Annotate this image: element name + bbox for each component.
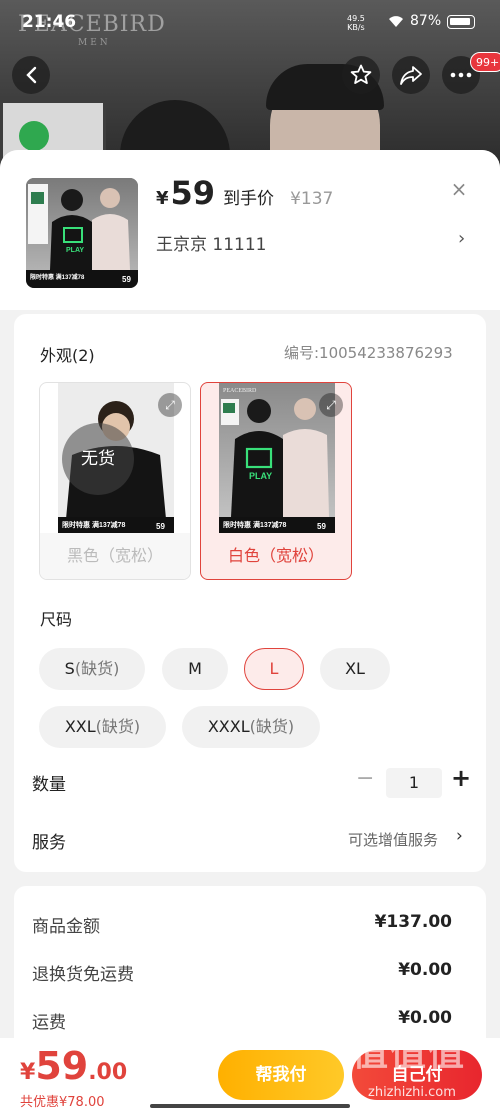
original-price: ¥137: [290, 189, 334, 209]
total-savings: 共优惠¥78.00: [20, 1095, 105, 1110]
size-title: 尺码: [40, 610, 73, 629]
size-option-xl[interactable]: XL: [320, 648, 390, 690]
price-block: ¥ 59 到手价 ¥137: [156, 174, 333, 212]
star-icon: [350, 64, 372, 84]
white-play-print: PLAY: [249, 471, 272, 481]
chevron-left-icon: [26, 66, 37, 84]
options-panel: 外观(2) 编号:10054233876293 限时特惠 满137减78 59 …: [14, 314, 486, 872]
size-xxl-note: (缺货): [95, 717, 141, 736]
appearance-title: 外观(2): [40, 346, 95, 365]
white-brand-text: PEACEBIRD: [223, 388, 257, 394]
share-icon: [400, 66, 422, 85]
quantity-increase-button[interactable]: +: [451, 764, 471, 792]
service-hint[interactable]: 可选增值服务: [348, 829, 438, 850]
help-pay-button[interactable]: 帮我付: [218, 1050, 344, 1100]
size-option-s[interactable]: S(缺货): [39, 648, 145, 690]
home-indicator[interactable]: [150, 1104, 350, 1108]
battery-level: 87%: [410, 13, 442, 29]
quantity-decrease-button[interactable]: −: [356, 766, 374, 791]
share-button[interactable]: [392, 56, 430, 94]
net-speed-value: 49.5: [347, 14, 365, 23]
white-promo-text: 限时特惠 满137减78: [223, 520, 287, 529]
close-button[interactable]: ×: [448, 178, 470, 200]
pay-symbol: ¥: [20, 1060, 36, 1085]
chevron-right-icon[interactable]: ›: [458, 228, 465, 249]
network-speed: 49.5 KB/s: [347, 14, 365, 32]
quantity-title: 数量: [32, 775, 66, 795]
more-dots-icon: [450, 72, 472, 78]
price-symbol: ¥: [156, 188, 169, 209]
color-option-black[interactable]: 限时特惠 满137减78 59 无货 ⤢ 黑色（宽松）: [39, 382, 191, 580]
price-tag: 到手价: [223, 189, 275, 209]
fee-value: ¥0.00: [398, 960, 452, 980]
size-option-xxl[interactable]: XXL(缺货): [39, 706, 166, 748]
shipping-address[interactable]: 王京京 11111: [156, 230, 266, 255]
fee-label: 商品金额: [32, 917, 100, 937]
back-button[interactable]: [12, 56, 50, 94]
expand-icon[interactable]: ⤢: [158, 393, 182, 417]
service-title: 服务: [32, 833, 66, 853]
white-promo-price: 59: [317, 522, 326, 531]
payable-price: ¥ 59 .00: [20, 1044, 127, 1088]
message-count-badge: 99+: [470, 52, 500, 72]
status-time: 21:46: [22, 12, 77, 32]
out-of-stock-overlay: 无货: [62, 423, 134, 495]
color-label-white: 白色（宽松）: [227, 546, 324, 565]
play-print: PLAY: [66, 247, 84, 254]
size-option-m[interactable]: M: [162, 648, 228, 690]
fee-value: ¥137.00: [374, 912, 452, 932]
size-xxxl-label: XXXL: [207, 717, 250, 736]
quantity-row: 数量 − 1 +: [14, 762, 486, 802]
favorite-button[interactable]: [342, 56, 380, 94]
product-thumbnail[interactable]: PLAY 限时特惠 满137减78 59: [26, 178, 138, 288]
net-speed-unit: KB/s: [347, 23, 365, 32]
final-price: 59: [170, 174, 216, 212]
sheet-header: PLAY 限时特惠 满137减78 59 ¥ 59 到手价 ¥137 × 王京京…: [0, 150, 500, 310]
battery-icon: [447, 15, 475, 29]
size-xl-label: XL: [345, 659, 365, 678]
size-xxxl-note: (缺货): [249, 717, 295, 736]
fee-row-return-shipping: 退换货免运费 ¥0.00: [32, 960, 452, 985]
color-option-white[interactable]: PEACEBIRD PLAY 限时特惠 满137减78 59 ⤢ 白色（宽松）: [200, 382, 352, 580]
fee-row-goods: 商品金额 ¥137.00: [32, 912, 452, 937]
fee-label: 运费: [32, 1013, 66, 1033]
size-option-xxxl[interactable]: XXXL(缺货): [182, 706, 320, 748]
size-xxl-label: XXL: [64, 717, 96, 736]
thumb-promo-price: 59: [122, 275, 131, 284]
wifi-icon: [388, 14, 404, 32]
close-icon: ×: [450, 177, 468, 201]
thumb-promo-text: 限时特惠 满137减78: [30, 273, 85, 281]
chevron-right-icon[interactable]: ›: [456, 826, 463, 846]
size-s-note: (缺货): [74, 659, 120, 678]
fee-label: 退换货免运费: [32, 965, 134, 985]
watermark-logo: 值值值: [352, 1033, 467, 1074]
color-image-white: PEACEBIRD PLAY 限时特惠 满137减78 59: [219, 383, 335, 533]
sku-number: 编号:10054233876293: [284, 344, 453, 362]
size-option-l[interactable]: L: [244, 648, 304, 690]
pay-decimal: .00: [88, 1060, 128, 1085]
expand-icon[interactable]: ⤢: [319, 393, 343, 417]
size-s-label: S: [64, 659, 75, 678]
watermark-url: zhizhizhi.com: [368, 1085, 456, 1100]
black-promo-text: 限时特惠 满137减78: [62, 520, 126, 529]
pay-integer: 59: [35, 1044, 89, 1088]
size-m-label: M: [188, 659, 202, 678]
color-label-black: 黑色（宽松）: [40, 533, 190, 579]
size-l-label: L: [269, 659, 279, 678]
status-bar: 21:46 49.5 KB/s 87%: [0, 0, 500, 44]
purchase-sheet: PLAY 限时特惠 满137减78 59 ¥ 59 到手价 ¥137 × 王京京…: [0, 150, 500, 1111]
quantity-input[interactable]: 1: [386, 768, 442, 798]
color-image-black: 限时特惠 满137减78 59 无货: [58, 383, 174, 533]
black-promo-price: 59: [156, 522, 165, 531]
